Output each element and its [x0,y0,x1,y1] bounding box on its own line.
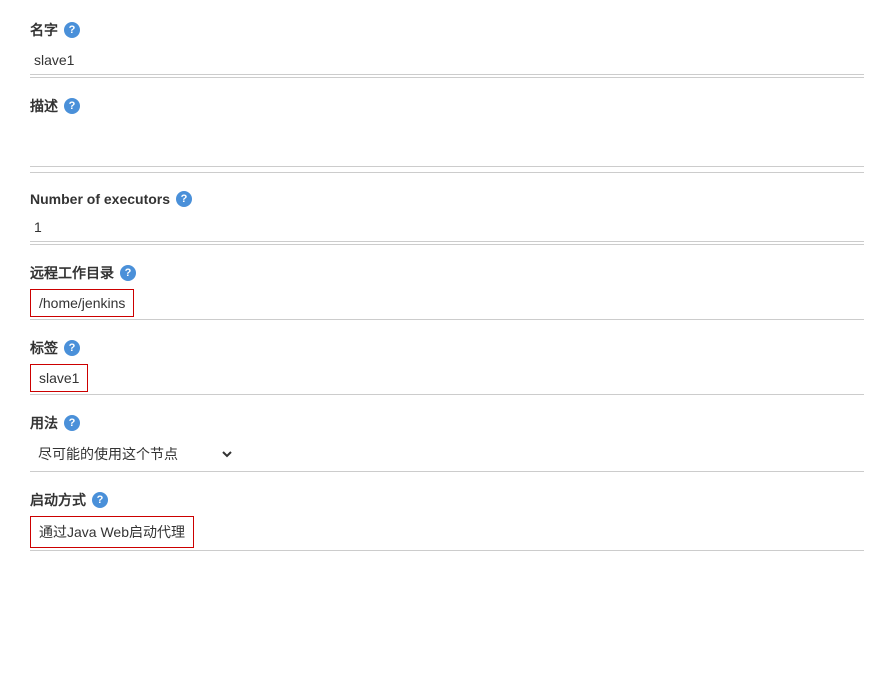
name-help-icon[interactable]: ? [64,22,80,38]
tags-section: 标签 ? slave1 [30,338,864,395]
remote-dir-input[interactable]: /home/jenkins [30,289,134,317]
tags-label: 标签 ? [30,338,864,358]
executors-input-wrapper [30,213,864,245]
launch-label: 启动方式 ? [30,490,864,510]
executors-help-icon[interactable]: ? [176,191,192,207]
usage-select[interactable]: 尽可能的使用这个节点 只允许绑定到这台机器的Job [30,439,235,469]
description-help-icon[interactable]: ? [64,98,80,114]
description-input[interactable] [30,122,864,167]
executors-input[interactable] [30,213,864,242]
executors-section: Number of executors ? [30,191,864,245]
description-label: 描述 ? [30,96,864,116]
remote-dir-label: 远程工作目录 ? [30,263,864,283]
description-section: 描述 ? [30,96,864,173]
usage-section: 用法 ? 尽可能的使用这个节点 只允许绑定到这台机器的Job [30,413,864,472]
tags-help-icon[interactable]: ? [64,340,80,356]
usage-help-icon[interactable]: ? [64,415,80,431]
name-input-wrapper [30,46,864,78]
remote-dir-input-wrapper: /home/jenkins [30,289,864,320]
launch-select[interactable]: 通过Java Web启动代理 [30,516,194,548]
launch-input-wrapper: 通过Java Web启动代理 [30,516,864,551]
description-input-wrapper [30,122,864,173]
executors-label: Number of executors ? [30,191,864,207]
usage-select-wrapper: 尽可能的使用这个节点 只允许绑定到这台机器的Job [30,439,864,472]
usage-label: 用法 ? [30,413,864,433]
tags-input-wrapper: slave1 [30,364,864,395]
remote-dir-section: 远程工作目录 ? /home/jenkins [30,263,864,320]
remote-dir-help-icon[interactable]: ? [120,265,136,281]
launch-help-icon[interactable]: ? [92,492,108,508]
name-section: 名字 ? [30,20,864,78]
tags-input[interactable]: slave1 [30,364,88,392]
launch-section: 启动方式 ? 通过Java Web启动代理 [30,490,864,551]
name-label: 名字 ? [30,20,864,40]
name-input[interactable] [30,46,864,75]
